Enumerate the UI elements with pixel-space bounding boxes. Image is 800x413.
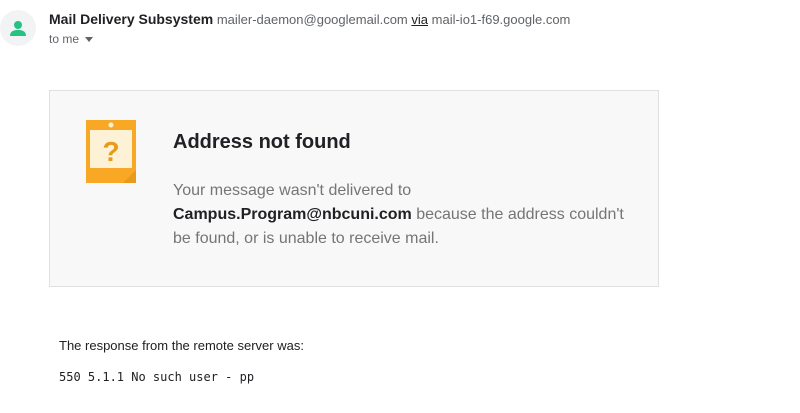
chevron-down-icon bbox=[85, 37, 94, 43]
card-body-prefix: Your message wasn't delivered to bbox=[173, 182, 412, 199]
delivery-failure-card: ? Address not found Your message wasn't … bbox=[49, 90, 659, 287]
sender-name[interactable]: Mail Delivery Subsystem bbox=[49, 11, 213, 27]
svg-text:?: ? bbox=[102, 136, 119, 167]
question-note-icon: ? bbox=[86, 120, 136, 183]
sender-line: Mail Delivery Subsystem mailer-daemon@go… bbox=[49, 11, 570, 27]
response-label: The response from the remote server was: bbox=[59, 338, 304, 353]
sender-email: mailer-daemon@googlemail.com bbox=[216, 12, 408, 27]
recipient-address: Campus.Program@nbcuni.com bbox=[173, 206, 412, 223]
avatar bbox=[0, 10, 36, 46]
recipient-label: to me bbox=[49, 32, 80, 46]
via-host: mail-io1-f69.google.com bbox=[431, 12, 571, 27]
via-link[interactable]: via bbox=[411, 12, 428, 27]
recipient-details-toggle[interactable]: to me bbox=[49, 32, 94, 46]
card-body: Your message wasn't delivered to Campus.… bbox=[173, 179, 643, 251]
response-code: 550 5.1.1 No such user - pp bbox=[59, 370, 255, 384]
card-title: Address not found bbox=[173, 131, 351, 153]
person-icon bbox=[10, 21, 26, 36]
